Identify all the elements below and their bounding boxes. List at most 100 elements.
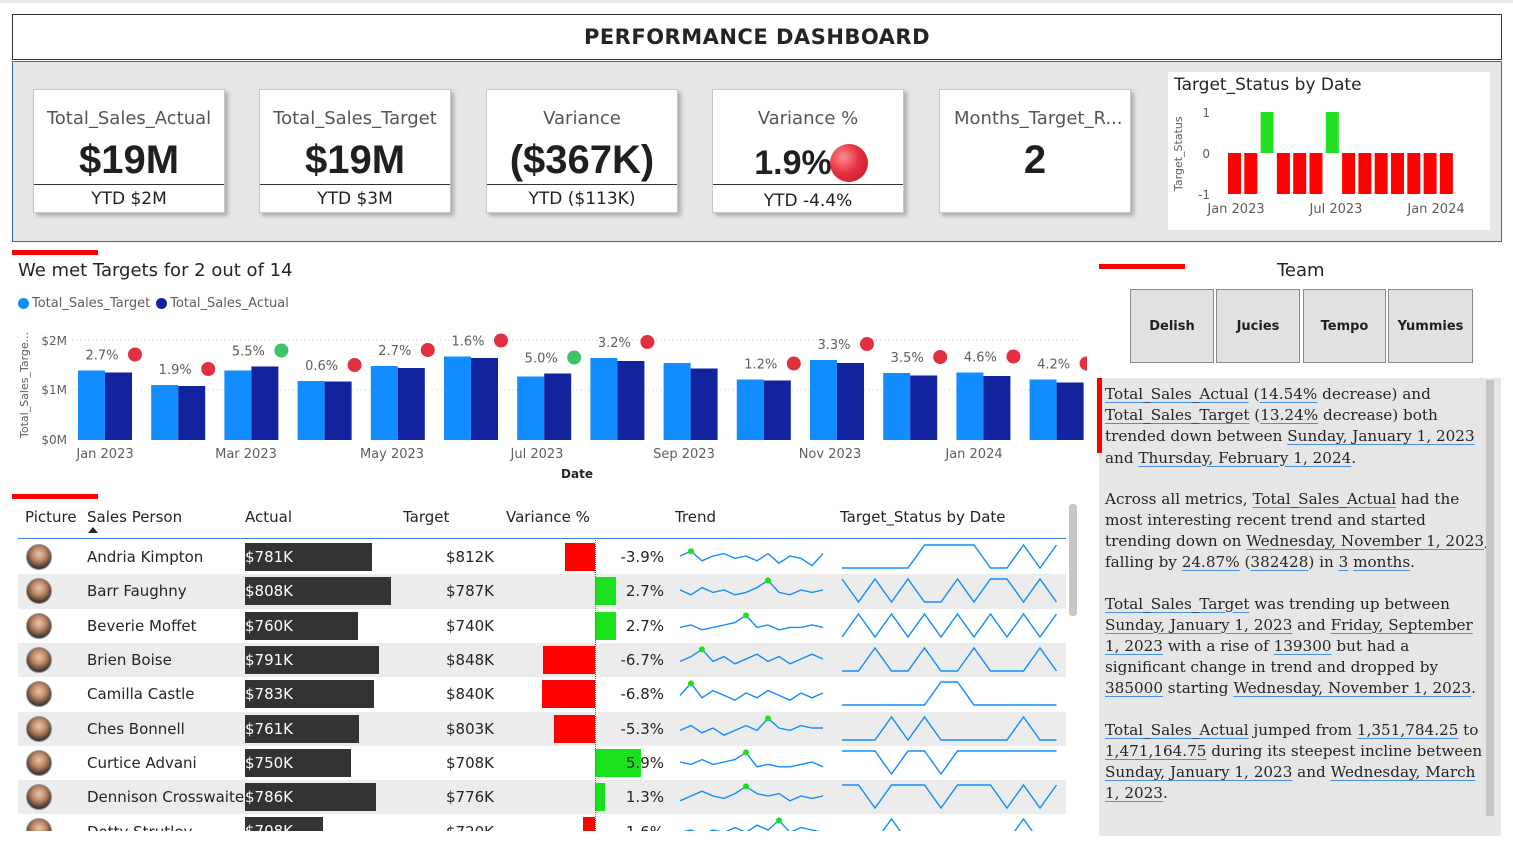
divider bbox=[487, 184, 677, 185]
trend-sparkline bbox=[679, 548, 824, 567]
chart-legend[interactable]: Total_Sales_Target Total_Sales_Actual bbox=[18, 296, 289, 311]
status-bar[interactable] bbox=[1423, 153, 1437, 194]
kpi-card-months-target[interactable]: Months_Target_R... 2 bbox=[939, 89, 1131, 213]
bar-actual[interactable] bbox=[910, 375, 938, 441]
bar-target[interactable] bbox=[78, 370, 105, 441]
status-bar[interactable] bbox=[1358, 153, 1372, 194]
bar-actual[interactable] bbox=[105, 372, 132, 441]
y-tick: $0M bbox=[41, 433, 67, 447]
status-bar[interactable] bbox=[1309, 153, 1323, 194]
trend-sparkline bbox=[679, 680, 824, 702]
bar-target[interactable] bbox=[517, 376, 545, 441]
variance-databar bbox=[541, 680, 595, 709]
variance-value: -3.9% bbox=[620, 548, 664, 567]
col-header-actual[interactable]: Actual bbox=[245, 508, 292, 526]
target-status-svg: Target_Status 1 0 -1 Jan 2023 Jul 2023 J… bbox=[1172, 106, 1465, 217]
col-header-trend[interactable]: Trend bbox=[675, 508, 716, 526]
status-bar[interactable] bbox=[1276, 153, 1290, 194]
table-row[interactable]: Andria Kimpton $781K $812K -3.9% bbox=[18, 540, 1066, 574]
bar-target[interactable] bbox=[370, 366, 398, 440]
table-row[interactable]: Barr Faughny $808K $787K 2.7% bbox=[18, 574, 1066, 609]
bar-target[interactable] bbox=[224, 370, 252, 441]
trend-sparkline bbox=[679, 577, 824, 596]
table-row[interactable]: Camilla Castle $783K $840K -6.8% bbox=[18, 677, 1066, 711]
target-status-chart[interactable]: Target_Status by Date Target_Status 1 0 … bbox=[1168, 72, 1490, 230]
narrative-scrollbar[interactable] bbox=[1486, 380, 1494, 816]
status-bar[interactable] bbox=[1293, 153, 1307, 194]
team-title: Team bbox=[1277, 260, 1325, 281]
table-row[interactable]: Curtice Advani $750K $708K 5.9% bbox=[18, 746, 1066, 780]
bar-target[interactable] bbox=[297, 381, 325, 440]
team-button-tempo[interactable]: Tempo bbox=[1303, 289, 1386, 363]
bar-target[interactable] bbox=[663, 363, 691, 440]
kpi-label: Months_Target_R... bbox=[954, 108, 1123, 129]
status-bar[interactable] bbox=[1407, 153, 1421, 194]
table-row[interactable]: Dennison Crosswaite $786K $776K 1.3% bbox=[18, 780, 1066, 815]
kpi-ytd: YTD ($113K) bbox=[528, 189, 636, 209]
x-tick: Jul 2023 bbox=[1309, 202, 1363, 217]
table-row[interactable]: Dotty Strutley $708K $720K -1.6% bbox=[18, 814, 1066, 831]
kpi-card-sales-actual[interactable]: Total_Sales_Actual $19M YTD $2M bbox=[33, 89, 225, 213]
table-row[interactable]: Beverie Moffet $760K $740K 2.7% bbox=[18, 609, 1066, 643]
bar-target[interactable] bbox=[151, 385, 179, 440]
status-bar[interactable] bbox=[1342, 153, 1356, 194]
sales-person-name: Brien Boise bbox=[87, 651, 172, 670]
legend-dot bbox=[156, 298, 168, 309]
bar-actual[interactable] bbox=[544, 373, 572, 441]
bar-target[interactable] bbox=[810, 360, 837, 440]
bar-actual[interactable] bbox=[324, 381, 352, 441]
col-header-sales-person[interactable]: Sales Person bbox=[87, 508, 182, 526]
sales-person-name: Curtice Advani bbox=[87, 753, 197, 772]
bar-actual[interactable] bbox=[983, 376, 1011, 440]
table-scrollbar[interactable] bbox=[1069, 504, 1077, 616]
main-chart-title: We met Targets for 2 out of 14 bbox=[18, 260, 293, 281]
bar-target[interactable] bbox=[590, 358, 618, 440]
team-button-yummies[interactable]: Yummies bbox=[1388, 289, 1473, 363]
col-header-variance[interactable]: Variance % bbox=[506, 508, 590, 526]
data-label: 1.9% bbox=[159, 363, 192, 378]
status-bar[interactable] bbox=[1325, 112, 1339, 153]
kpi-card-sales-target[interactable]: Total_Sales_Target $19M YTD $3M bbox=[259, 89, 451, 213]
bar-actual[interactable] bbox=[837, 363, 864, 440]
col-header-picture[interactable]: Picture bbox=[25, 508, 77, 526]
main-bar-chart[interactable]: Total_Sales_Targe... $2M $1M $0M 2.7% 1.9… bbox=[12, 318, 1087, 488]
bar-actual[interactable] bbox=[251, 366, 279, 441]
team-button-delish[interactable]: Delish bbox=[1130, 289, 1214, 363]
status-bar[interactable] bbox=[1260, 112, 1274, 153]
sales-person-name: Dennison Crosswaite bbox=[87, 788, 245, 807]
bar-actual[interactable] bbox=[617, 361, 645, 440]
bar-actual[interactable] bbox=[763, 380, 791, 441]
status-bar[interactable] bbox=[1439, 153, 1453, 194]
bar-actual[interactable] bbox=[690, 368, 718, 441]
variance-value: -6.7% bbox=[620, 651, 664, 670]
bar-target[interactable] bbox=[883, 373, 911, 440]
bar-target[interactable] bbox=[1029, 379, 1057, 441]
trend-sparkline bbox=[679, 611, 824, 631]
trend-high-marker bbox=[743, 783, 749, 790]
status-bar[interactable] bbox=[1228, 153, 1241, 194]
status-bar[interactable] bbox=[1374, 153, 1388, 194]
kpi-card-variance[interactable]: Variance ($367K) YTD ($113K) bbox=[486, 89, 678, 213]
table-row[interactable]: Brien Boise $791K $848K -6.7% bbox=[18, 642, 1066, 678]
bar-target[interactable] bbox=[956, 372, 984, 441]
data-label: 1.6% bbox=[451, 335, 484, 350]
kpi-card-variance-pct[interactable]: Variance % 1.9% YTD -4.4% bbox=[712, 89, 904, 213]
col-header-target-status[interactable]: Target_Status by Date bbox=[840, 508, 1006, 526]
bar-target[interactable] bbox=[444, 356, 471, 441]
status-bar[interactable] bbox=[1244, 153, 1258, 194]
bar-actual[interactable] bbox=[397, 368, 425, 440]
trend-sparkline bbox=[679, 646, 824, 665]
avatar bbox=[26, 544, 52, 570]
sort-ascending-icon[interactable] bbox=[88, 527, 98, 533]
narrative-text: Total_Sales_Actual (14.54% decrease) and… bbox=[1105, 384, 1489, 824]
status-bar[interactable] bbox=[1391, 153, 1404, 194]
bar-actual[interactable] bbox=[1056, 382, 1084, 441]
bar-actual[interactable] bbox=[471, 358, 498, 440]
team-button-jucies[interactable]: Jucies bbox=[1216, 289, 1300, 363]
bar-actual[interactable] bbox=[178, 386, 206, 440]
red-indicator-icon bbox=[201, 362, 216, 376]
table-row[interactable]: Ches Bonnell $761K $803K -5.3% bbox=[18, 711, 1066, 746]
col-header-target[interactable]: Target bbox=[403, 508, 449, 526]
bar-target[interactable] bbox=[736, 379, 764, 441]
variance-value: -6.8% bbox=[620, 685, 664, 704]
